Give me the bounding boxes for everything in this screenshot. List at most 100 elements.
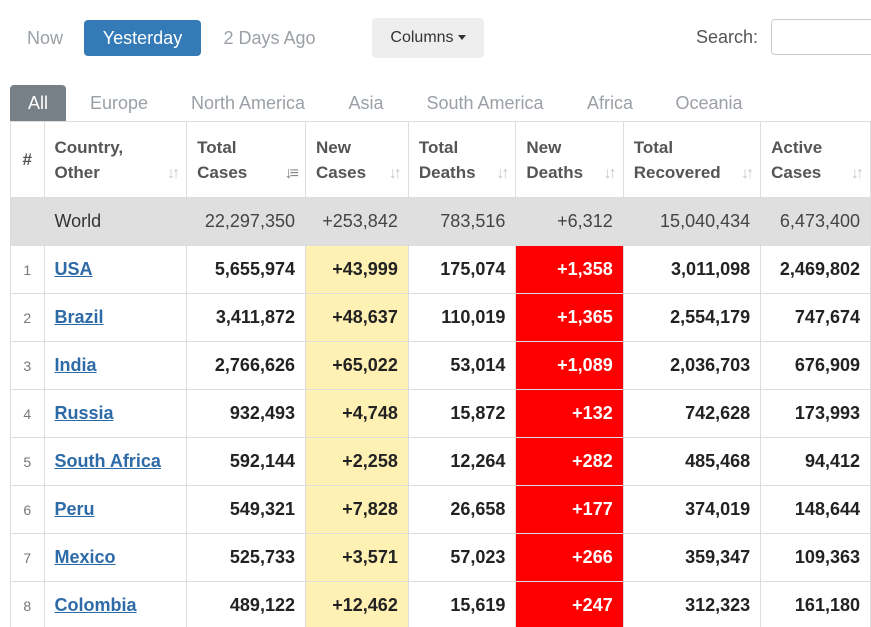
- total-deaths-cell: 783,516: [407, 197, 517, 246]
- new-cases-cell: +3,571: [304, 533, 409, 582]
- tab-africa[interactable]: Africa: [576, 85, 644, 122]
- table-row: 3 India 2,766,626 +65,022 53,014 +1,089 …: [10, 341, 871, 390]
- header-label: Total: [197, 137, 237, 157]
- new-deaths-cell: +247: [515, 581, 624, 627]
- header-label: Active: [771, 137, 823, 157]
- table-row: 8 Colombia 489,122 +12,462 15,619 +247 3…: [10, 581, 871, 627]
- total-cases-cell: 3,411,872: [186, 293, 306, 342]
- country-link[interactable]: Brazil: [55, 307, 104, 327]
- country-link[interactable]: Mexico: [55, 547, 116, 567]
- two-days-ago-button[interactable]: 2 Days Ago: [211, 20, 328, 56]
- header-total-deaths[interactable]: Total Deaths ↓↑: [407, 121, 517, 198]
- new-cases-cell: +2,258: [304, 437, 409, 486]
- new-deaths-cell: +1,365: [515, 293, 624, 342]
- country-link[interactable]: Peru: [55, 499, 95, 519]
- active-cases-cell: 6,473,400: [760, 197, 871, 246]
- active-cases-cell: 161,180: [760, 581, 871, 627]
- new-deaths-cell: +282: [515, 437, 624, 486]
- new-cases-cell: +7,828: [304, 485, 409, 534]
- total-recovered-cell: 3,011,098: [622, 245, 762, 294]
- table-row: 5 South Africa 592,144 +2,258 12,264 +28…: [10, 437, 871, 486]
- total-cases-cell: 525,733: [186, 533, 306, 582]
- total-recovered-cell: 742,628: [622, 389, 762, 438]
- active-cases-cell: 747,674: [760, 293, 871, 342]
- now-button[interactable]: Now: [16, 20, 74, 56]
- header-new-deaths[interactable]: New Deaths ↓↑: [515, 121, 624, 198]
- tab-north-america[interactable]: North America: [180, 85, 316, 122]
- header-new-cases[interactable]: New Cases ↓↑: [304, 121, 409, 198]
- rank-cell: 4: [10, 389, 45, 438]
- sort-arrows-icon: ↓↑: [388, 165, 402, 182]
- header-total-recovered[interactable]: Total Recovered ↓↑: [622, 121, 762, 198]
- total-recovered-cell: 15,040,434: [622, 197, 762, 246]
- header-country[interactable]: Country, Other ↓↑: [43, 121, 188, 198]
- total-cases-cell: 932,493: [186, 389, 306, 438]
- active-cases-cell: 94,412: [760, 437, 871, 486]
- total-deaths-cell: 15,619: [407, 581, 517, 627]
- new-deaths-cell: +6,312: [515, 197, 624, 246]
- table-header-row: # Country, Other ↓↑ Total Cases ↓≡ New C…: [10, 121, 871, 198]
- region-tabs: All Europe North America Asia South Amer…: [0, 85, 871, 122]
- columns-label: Columns: [390, 29, 454, 46]
- tab-all[interactable]: All: [10, 85, 66, 122]
- total-cases-cell: 489,122: [186, 581, 306, 627]
- total-cases-cell: 592,144: [186, 437, 306, 486]
- world-row: World 22,297,350 +253,842 783,516 +6,312…: [10, 197, 871, 246]
- sort-arrows-icon: ↓↑: [603, 165, 617, 182]
- active-cases-cell: 148,644: [760, 485, 871, 534]
- sort-arrows-icon: ↓↑: [741, 165, 754, 182]
- header-label: Other: [54, 162, 100, 182]
- new-cases-cell: +48,637: [304, 293, 409, 342]
- total-cases-cell: 5,655,974: [186, 245, 306, 294]
- header-rank: #: [10, 121, 45, 198]
- total-recovered-cell: 312,323: [622, 581, 762, 627]
- total-recovered-cell: 485,468: [622, 437, 762, 486]
- header-label: New: [315, 137, 351, 157]
- caret-down-icon: [457, 35, 466, 41]
- active-cases-cell: 676,909: [760, 341, 871, 390]
- total-deaths-cell: 12,264: [407, 437, 517, 486]
- active-cases-cell: 173,993: [760, 389, 871, 438]
- header-label: Total: [633, 137, 674, 157]
- total-deaths-cell: 53,014: [407, 341, 517, 390]
- active-cases-cell: 2,469,802: [760, 245, 871, 294]
- rank-cell: 3: [10, 341, 45, 390]
- country-cell: Mexico: [43, 533, 188, 582]
- tab-asia[interactable]: Asia: [336, 85, 396, 122]
- total-recovered-cell: 2,036,703: [622, 341, 762, 390]
- table-row: 6 Peru 549,321 +7,828 26,658 +177 374,01…: [10, 485, 871, 534]
- country-link[interactable]: South Africa: [55, 451, 161, 471]
- header-label: Recovered: [633, 162, 721, 182]
- total-deaths-cell: 175,074: [407, 245, 517, 294]
- table-row: 7 Mexico 525,733 +3,571 57,023 +266 359,…: [10, 533, 871, 582]
- columns-dropdown-button[interactable]: Columns: [372, 18, 484, 58]
- search-input[interactable]: [771, 19, 871, 55]
- rank-cell: 8: [10, 581, 45, 627]
- new-cases-cell: +12,462: [304, 581, 409, 627]
- total-deaths-cell: 15,872: [407, 389, 517, 438]
- new-deaths-cell: +266: [515, 533, 624, 582]
- header-active-cases[interactable]: Active Cases ↓↑: [760, 121, 871, 198]
- country-link[interactable]: India: [55, 355, 97, 375]
- header-label: Cases: [315, 162, 367, 182]
- country-link[interactable]: USA: [55, 259, 93, 279]
- yesterday-button[interactable]: Yesterday: [84, 20, 201, 56]
- tab-oceania[interactable]: Oceania: [664, 85, 754, 122]
- country-cell: Peru: [43, 485, 188, 534]
- new-cases-cell: +253,842: [304, 197, 409, 246]
- new-deaths-cell: +1,358: [515, 245, 624, 294]
- country-link[interactable]: Colombia: [55, 595, 137, 615]
- new-cases-cell: +43,999: [304, 245, 409, 294]
- tab-europe[interactable]: Europe: [74, 85, 164, 122]
- new-deaths-cell: +132: [515, 389, 624, 438]
- new-cases-cell: +4,748: [304, 389, 409, 438]
- header-label: Deaths: [418, 162, 476, 182]
- table-row: 1 USA 5,655,974 +43,999 175,074 +1,358 3…: [10, 245, 871, 294]
- total-deaths-cell: 110,019: [407, 293, 517, 342]
- header-label: New: [526, 137, 562, 157]
- country-cell: Brazil: [43, 293, 188, 342]
- header-total-cases[interactable]: Total Cases ↓≡: [186, 121, 306, 198]
- table-row: 2 Brazil 3,411,872 +48,637 110,019 +1,36…: [10, 293, 871, 342]
- country-link[interactable]: Russia: [55, 403, 114, 423]
- tab-south-america[interactable]: South America: [414, 85, 556, 122]
